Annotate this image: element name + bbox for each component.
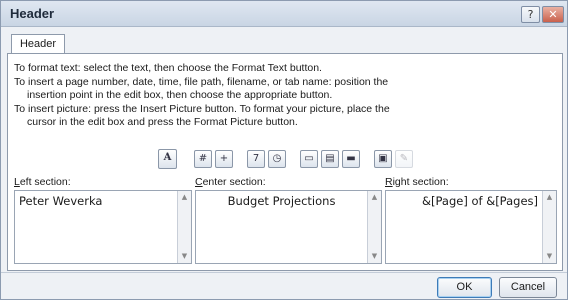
center-section-editbox[interactable]: Budget Projections ▲ ▼ [195,190,382,264]
header-toolbar: A # + 7 ◷ ▭ ▤ ▬ ▣ ✎ [8,149,564,174]
format-text-icon: A [163,152,172,163]
scroll-up-icon[interactable]: ▲ [368,191,381,204]
calendar-icon: 7 [252,153,260,164]
center-section-text[interactable]: Budget Projections [200,193,363,209]
right-section-label: Right section: [385,176,449,188]
instruction-insert-field-cont: insertion point in the edit box, then ch… [27,89,333,101]
ok-button[interactable]: OK [437,277,492,298]
file-name-icon: ▤ [325,153,335,164]
number-of-pages-icon: + [219,153,229,164]
instruction-insert-picture-cont: cursor in the edit box and press the For… [27,116,298,128]
center-section-scrollbar[interactable]: ▲ ▼ [367,191,381,263]
file-path-icon: ▭ [304,153,314,164]
scroll-up-icon[interactable]: ▲ [543,191,556,204]
footer-divider [1,272,567,273]
format-picture-button[interactable]: ✎ [395,150,413,168]
instruction-insert-field: To insert a page number, date, time, fil… [14,75,389,88]
format-text-button[interactable]: A [158,149,177,169]
right-section-scrollbar[interactable]: ▲ ▼ [542,191,556,263]
center-section-label: Center section: [195,176,266,188]
scroll-down-icon[interactable]: ▼ [368,250,381,263]
sheet-name-icon: ▬ [346,153,356,164]
instruction-format-text: To format text: select the text, then ch… [14,62,322,74]
insert-file-name-button[interactable]: ▤ [321,150,339,168]
insert-number-of-pages-button[interactable]: + [215,150,233,168]
cancel-button[interactable]: Cancel [499,277,557,298]
right-section-text[interactable]: &[Page] of &[Pages] [390,193,538,209]
picture-icon: ▣ [378,153,388,164]
insert-sheet-name-button[interactable]: ▬ [342,150,360,168]
scroll-down-icon[interactable]: ▼ [178,250,191,263]
left-section-scrollbar[interactable]: ▲ ▼ [177,191,191,263]
page-number-icon: # [198,153,208,164]
title-bar[interactable]: Header ? ✕ [1,1,567,27]
scroll-up-icon[interactable]: ▲ [178,191,191,204]
insert-file-path-button[interactable]: ▭ [300,150,318,168]
left-section-editbox[interactable]: Peter Weverka ▲ ▼ [14,190,192,264]
left-section-text[interactable]: Peter Weverka [19,193,173,209]
insert-page-number-button[interactable]: # [194,150,212,168]
header-tab-panel: To format text: select the text, then ch… [7,53,563,271]
tab-header[interactable]: Header [11,34,65,54]
help-button[interactable]: ? [521,6,540,23]
header-dialog: Header ? ✕ Header To format text: select… [0,0,568,300]
insert-picture-button[interactable]: ▣ [374,150,392,168]
insert-time-button[interactable]: ◷ [268,150,286,168]
clock-icon: ◷ [272,153,282,164]
scroll-down-icon[interactable]: ▼ [543,250,556,263]
left-section-label: Left section: [14,176,71,188]
instruction-insert-picture: To insert picture: press the Insert Pict… [14,102,390,115]
insert-date-button[interactable]: 7 [247,150,265,168]
instructions: To format text: select the text, then ch… [14,62,554,130]
right-section-editbox[interactable]: &[Page] of &[Pages] ▲ ▼ [385,190,557,264]
format-picture-icon: ✎ [399,153,409,164]
close-button[interactable]: ✕ [542,6,564,23]
dialog-title: Header [10,6,55,21]
